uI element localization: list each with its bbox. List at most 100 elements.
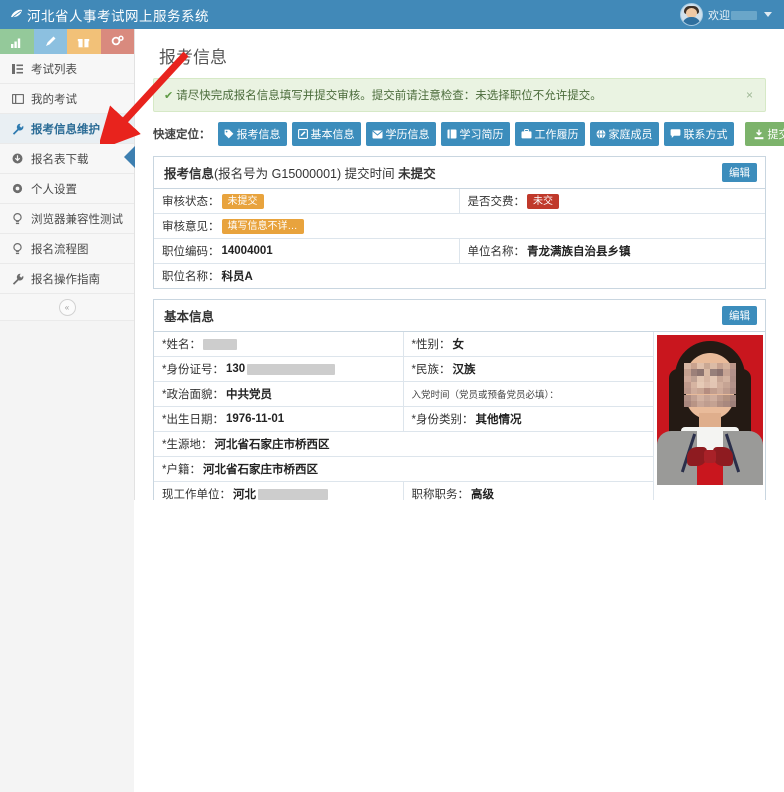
quicknav-label: 工作履历 <box>535 126 579 142</box>
bulb-icon <box>11 213 24 225</box>
gift-tile[interactable] <box>67 29 101 54</box>
field-job-title: 职称职务： 高级 <box>404 482 654 500</box>
welcome-text: 欢迎 <box>708 10 730 22</box>
top-header-bar: 河北省人事考试网上服务系统 欢迎 <box>0 0 784 29</box>
sidebar-item-process-chart[interactable]: 报名流程图 <box>0 234 134 264</box>
edit-tile[interactable] <box>34 29 68 54</box>
sidebar-item-browser-test[interactable]: 浏览器兼容性测试 <box>0 204 134 234</box>
sidebar-item-form-download[interactable]: 报名表下载 <box>0 144 134 174</box>
field-review-comment: 审核意见： 填写信息不详… <box>154 214 765 238</box>
briefcase-icon <box>521 129 532 139</box>
payment-badge: 未交 <box>527 194 559 209</box>
sidebar-item-label: 报名流程图 <box>31 241 89 257</box>
chart-tile[interactable] <box>0 29 34 54</box>
active-item-marker <box>124 146 135 168</box>
basic-info-panel: 基本信息 编辑 *姓名： *性别： 女 <box>153 299 766 500</box>
field-label: *身份证号： <box>162 361 224 377</box>
wrench-icon <box>11 273 24 285</box>
quicknav-button-work-history[interactable]: 工作履历 <box>515 122 585 146</box>
gift-icon <box>77 36 90 48</box>
quicknav-button-education[interactable]: 学历信息 <box>366 122 436 146</box>
sidebar-item-exam-list[interactable]: 考试列表 <box>0 54 134 84</box>
field-label: 审核状态： <box>162 193 220 209</box>
field-position-code: 职位编码： 14004001 <box>154 239 460 263</box>
masked-username <box>731 11 757 20</box>
field-value: 河北省石家庄市桥西区 <box>214 436 329 452</box>
quicknav-label: 家庭成员 <box>609 126 653 142</box>
page-title: 报考信息 <box>159 43 766 68</box>
sidebar-item-label: 个人设置 <box>31 181 77 197</box>
user-menu[interactable]: 欢迎 <box>680 3 784 26</box>
field-label: 单位名称： <box>468 243 526 259</box>
field-birth-date: *出生日期： 1976-11-01 <box>154 407 404 431</box>
comment-badge: 填写信息不详… <box>222 219 304 234</box>
download-circle-icon <box>11 153 24 164</box>
sidebar-item-label: 考试列表 <box>31 61 77 77</box>
edit-basic-info-button[interactable]: 编辑 <box>722 306 757 325</box>
field-value: 女 <box>452 336 464 352</box>
settings-tile[interactable] <box>101 29 135 54</box>
sidebar-item-operation-guide[interactable]: 报名操作指南 <box>0 264 134 294</box>
quicknav-label: 基本信息 <box>311 126 355 142</box>
field-political-status: *政治面貌： 中共党员 <box>154 382 404 406</box>
sidebar-item-my-exams[interactable]: 我的考试 <box>0 84 134 114</box>
sidebar-item-label: 我的考试 <box>31 91 77 107</box>
field-ethnicity: *民族： 汉族 <box>404 357 654 381</box>
close-icon[interactable]: × <box>744 88 755 102</box>
application-info-grid: 审核状态： 未提交 是否交费： 未交 审核意见： 填写信息不详… <box>154 189 765 288</box>
edit-square-icon <box>298 129 308 139</box>
quicknav-button-application[interactable]: 报考信息 <box>218 122 287 146</box>
quicknav-button-family[interactable]: 家庭成员 <box>590 122 659 146</box>
submit-button[interactable]: 提交 <box>745 122 784 146</box>
edit-application-button[interactable]: 编辑 <box>722 163 757 182</box>
sidebar-collapse-row: « <box>0 294 134 321</box>
wrench-icon <box>11 123 24 135</box>
comment-icon <box>670 129 681 139</box>
field-value: 其他情况 <box>475 411 521 427</box>
field-current-employer: 现工作单位： 河北 <box>154 482 404 500</box>
panel-title: 基本信息 <box>164 306 214 325</box>
field-label: *民族： <box>412 361 451 377</box>
quicknav-button-basic-info[interactable]: 基本信息 <box>292 122 361 146</box>
field-position-name: 职位名称： 科员A <box>154 264 765 288</box>
field-identity-type: *身份类别： 其他情况 <box>404 407 654 431</box>
field-review-status: 审核状态： 未提交 <box>154 189 460 213</box>
field-value: 河北 <box>233 486 256 500</box>
quicknav-label: 联系方式 <box>684 126 728 142</box>
quicknav-button-study-resume[interactable]: 学习简历 <box>441 122 510 146</box>
field-label: *出生日期： <box>162 411 224 427</box>
brand: 河北省人事考试网上服务系统 <box>0 5 209 25</box>
table-row: *户籍： 河北省石家庄市桥西区 <box>154 457 653 482</box>
field-unit-name: 单位名称： 青龙满族自治县乡镇 <box>460 239 766 263</box>
basic-info-body: *姓名： *性别： 女 *身份证号： 130 <box>154 332 765 500</box>
info-alert: ✔ 请尽快完成报名信息填写并提交审核。提交前请注意检查：未选择职位不允许提交。 … <box>153 78 766 112</box>
sidebar-item-personal-settings[interactable]: 个人设置 <box>0 174 134 204</box>
table-row: *姓名： *性别： 女 <box>154 332 653 357</box>
field-value: 高级 <box>471 486 494 500</box>
field-party-join-date: 入党时间（党员或预备党员必填）： <box>404 382 654 406</box>
sidebar-item-label: 报名表下载 <box>31 151 89 167</box>
field-label: *户籍： <box>162 461 201 477</box>
sidebar: 考试列表 我的考试 报考信息维护 <box>0 29 135 500</box>
field-id-number: *身份证号： 130 <box>154 357 404 381</box>
quicknav-button-contact[interactable]: 联系方式 <box>664 122 734 146</box>
field-household-registration: *户籍： 河北省石家庄市桥西区 <box>154 457 653 481</box>
table-row: *政治面貌： 中共党员 入党时间（党员或预备党员必填）： <box>154 382 653 407</box>
sidebar-item-application-maintenance[interactable]: 报考信息维护 <box>0 114 134 144</box>
field-value: 河北省石家庄市桥西区 <box>203 461 318 477</box>
field-label: 职位名称： <box>162 268 220 284</box>
submit-time-value: 未提交 <box>398 167 436 181</box>
quicknav-label: 学习简历 <box>460 126 504 142</box>
field-value: 1976-11-01 <box>226 413 284 425</box>
book-icon <box>447 129 457 139</box>
field-label: *生源地： <box>162 436 212 452</box>
collapse-sidebar-button[interactable]: « <box>59 299 76 316</box>
quick-nav-bar: 快速定位： 报考信息 基本信息 学历信息 学习简历 <box>153 122 766 146</box>
chevron-down-icon[interactable] <box>764 12 772 17</box>
basic-info-grid: *姓名： *性别： 女 *身份证号： 130 <box>154 332 653 500</box>
status-badge: 未提交 <box>222 194 264 209</box>
bar-chart-icon <box>10 36 23 48</box>
field-label: 职称职务： <box>412 486 470 500</box>
field-value: 中共党员 <box>226 386 272 402</box>
bow-tie <box>687 445 733 469</box>
